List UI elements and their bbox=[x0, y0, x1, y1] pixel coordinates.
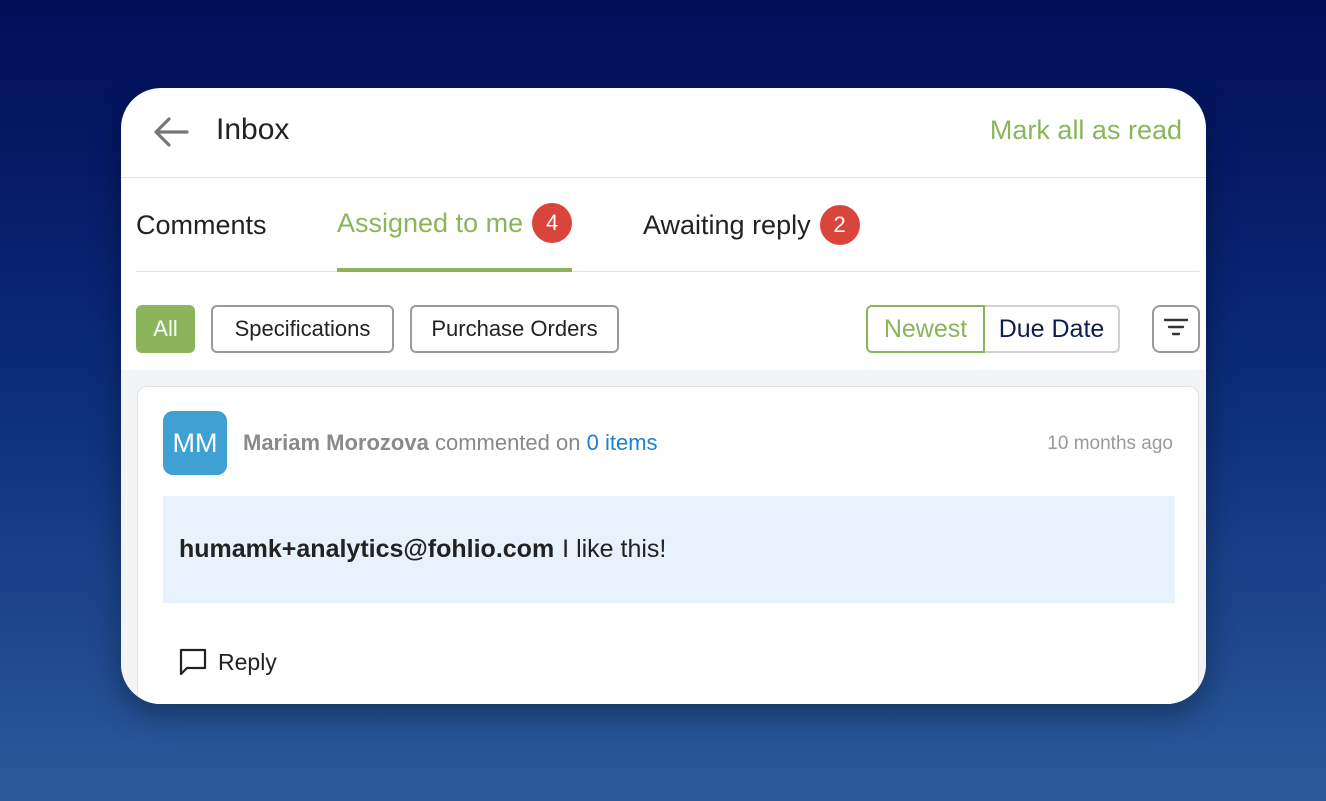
filter-chip-purchase-orders[interactable]: Purchase Orders bbox=[410, 305, 619, 353]
count-badge: 2 bbox=[819, 205, 860, 245]
tab-label: Comments bbox=[136, 209, 267, 240]
avatar: MM bbox=[163, 411, 227, 475]
page-title: Inbox bbox=[216, 113, 290, 146]
tab-label: Awaiting reply bbox=[643, 209, 811, 240]
tab-assigned-to-me[interactable]: Assigned to me 4 bbox=[337, 178, 573, 272]
comment-body: humamk+analytics@fohlio.com I like this! bbox=[163, 496, 1175, 603]
comment-author[interactable]: Mariam Morozova bbox=[243, 430, 429, 455]
filter-chip-all[interactable]: All bbox=[136, 305, 195, 353]
tab-label: Assigned to me bbox=[337, 207, 524, 238]
comment-list: MM Mariam Morozova commented on 0 items … bbox=[121, 370, 1206, 704]
comment-item: MM Mariam Morozova commented on 0 items … bbox=[137, 386, 1199, 704]
comment-target-link[interactable]: 0 items bbox=[587, 430, 658, 455]
comment-action: commented on bbox=[434, 430, 581, 455]
comment-meta: Mariam Morozova commented on 0 items bbox=[243, 427, 658, 459]
sort-newest-button[interactable]: Newest bbox=[866, 305, 985, 353]
comment-timestamp: 10 months ago bbox=[1047, 433, 1173, 454]
arrow-left-icon[interactable] bbox=[151, 112, 191, 152]
tab-comments[interactable]: Comments bbox=[136, 178, 267, 272]
filter-bar: All Specifications Purchase Orders Newes… bbox=[136, 305, 1200, 353]
inbox-panel: Inbox Mark all as read Comments Assigned… bbox=[121, 88, 1206, 704]
tab-bar: Comments Assigned to me 4 Awaiting reply… bbox=[136, 178, 1200, 272]
sort-due-date-button[interactable]: Due Date bbox=[985, 305, 1120, 353]
chat-bubble-icon bbox=[179, 648, 207, 676]
filter-chip-specifications[interactable]: Specifications bbox=[211, 305, 394, 353]
inbox-header: Inbox Mark all as read bbox=[121, 88, 1206, 178]
sort-toggle: Newest Due Date bbox=[866, 305, 1120, 353]
tab-awaiting-reply[interactable]: Awaiting reply 2 bbox=[643, 178, 860, 272]
reply-button[interactable]: Reply bbox=[178, 645, 277, 679]
comment-text: I like this! bbox=[562, 535, 667, 563]
filter-lines-icon bbox=[1163, 317, 1189, 342]
mark-all-read-button[interactable]: Mark all as read bbox=[990, 110, 1182, 150]
filter-button[interactable] bbox=[1152, 305, 1200, 353]
reply-label: Reply bbox=[218, 648, 277, 675]
comment-mention[interactable]: humamk+analytics@fohlio.com bbox=[179, 535, 554, 564]
count-badge: 4 bbox=[532, 203, 573, 243]
